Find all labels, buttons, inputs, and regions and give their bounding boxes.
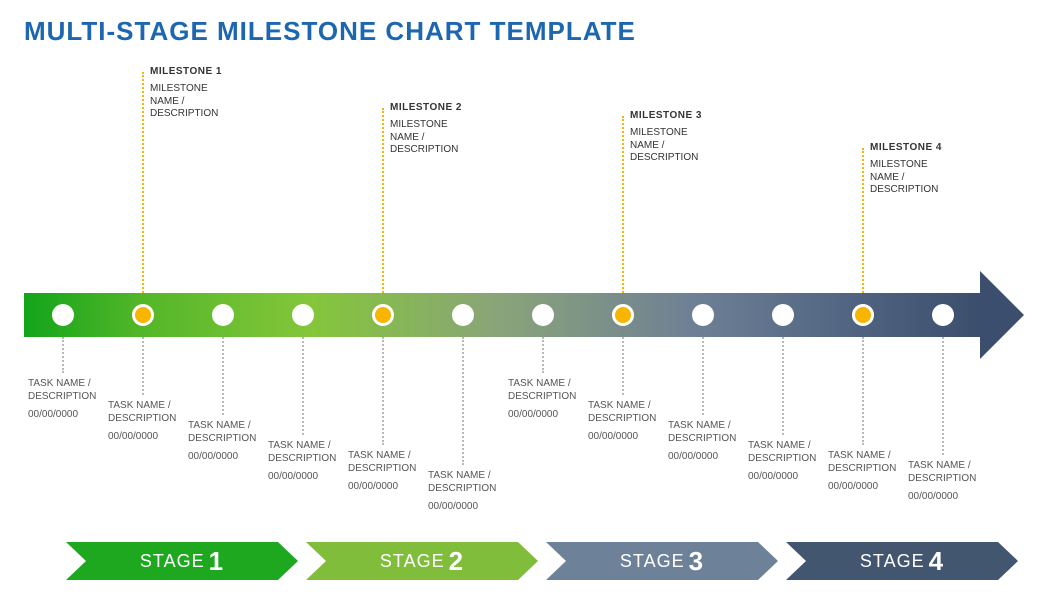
milestone-label: MILESTONE 1 MILESTONENAME /DESCRIPTION: [150, 66, 270, 121]
arrowhead-icon: [980, 271, 1024, 359]
task-date: 00/00/0000: [908, 491, 1008, 502]
stage-chevron-1: STAGE1: [66, 542, 298, 580]
milestone-dot: [132, 304, 154, 326]
milestone-desc: MILESTONENAME /DESCRIPTION: [390, 119, 510, 157]
stage-number: 3: [689, 546, 704, 577]
task-date: 00/00/0000: [428, 501, 528, 512]
stage-chevron-2: STAGE2: [306, 542, 538, 580]
milestone-dot: [852, 304, 874, 326]
stage-number: 4: [929, 546, 944, 577]
task-name: TASK NAME /DESCRIPTION: [428, 470, 528, 495]
task-label: TASK NAME /DESCRIPTION 00/00/0000: [428, 470, 528, 512]
timeline-dot: [772, 304, 794, 326]
task-connector: [222, 337, 224, 415]
timeline-bar: [24, 293, 980, 337]
stage-word: STAGE: [140, 551, 205, 572]
task-connector: [62, 337, 64, 373]
task-connector: [622, 337, 624, 395]
milestone-heading: MILESTONE 2: [390, 102, 510, 113]
stage-chevron-4: STAGE4: [786, 542, 1018, 580]
stage-word: STAGE: [380, 551, 445, 572]
milestone-heading: MILESTONE 3: [630, 110, 750, 121]
task-connector: [302, 337, 304, 435]
timeline-dot: [292, 304, 314, 326]
milestone-label: MILESTONE 4 MILESTONENAME /DESCRIPTION: [870, 142, 990, 197]
task-connector: [702, 337, 704, 415]
milestone-desc: MILESTONENAME /DESCRIPTION: [630, 127, 750, 165]
milestone-label: MILESTONE 2 MILESTONENAME /DESCRIPTION: [390, 102, 510, 157]
timeline-dot: [52, 304, 74, 326]
stage-word: STAGE: [860, 551, 925, 572]
timeline-dot: [932, 304, 954, 326]
stage-number: 1: [209, 546, 224, 577]
timeline-dot: [692, 304, 714, 326]
milestone-connector: [622, 116, 624, 293]
stage-chevron-3: STAGE3: [546, 542, 778, 580]
stage-number: 2: [449, 546, 464, 577]
milestone-desc: MILESTONENAME /DESCRIPTION: [150, 83, 270, 121]
task-connector: [862, 337, 864, 445]
task-connector: [542, 337, 544, 373]
task-label: TASK NAME /DESCRIPTION 00/00/0000: [908, 460, 1008, 502]
task-connector: [942, 337, 944, 455]
milestone-dot: [372, 304, 394, 326]
milestone-desc: MILESTONENAME /DESCRIPTION: [870, 159, 990, 197]
task-name: TASK NAME /DESCRIPTION: [908, 460, 1008, 485]
task-connector: [782, 337, 784, 435]
milestone-heading: MILESTONE 4: [870, 142, 990, 153]
task-connector: [462, 337, 464, 465]
milestone-connector: [862, 148, 864, 293]
stage-word: STAGE: [620, 551, 685, 572]
timeline-dot: [212, 304, 234, 326]
timeline-dot: [532, 304, 554, 326]
milestone-dot: [612, 304, 634, 326]
timeline-dot: [452, 304, 474, 326]
task-connector: [142, 337, 144, 395]
milestone-connector: [382, 108, 384, 293]
milestone-connector: [142, 72, 144, 293]
milestone-heading: MILESTONE 1: [150, 66, 270, 77]
timeline-arrow: [24, 293, 1024, 337]
task-connector: [382, 337, 384, 445]
page-title: MULTI-STAGE MILESTONE CHART TEMPLATE: [24, 16, 636, 47]
milestone-label: MILESTONE 3 MILESTONENAME /DESCRIPTION: [630, 110, 750, 165]
